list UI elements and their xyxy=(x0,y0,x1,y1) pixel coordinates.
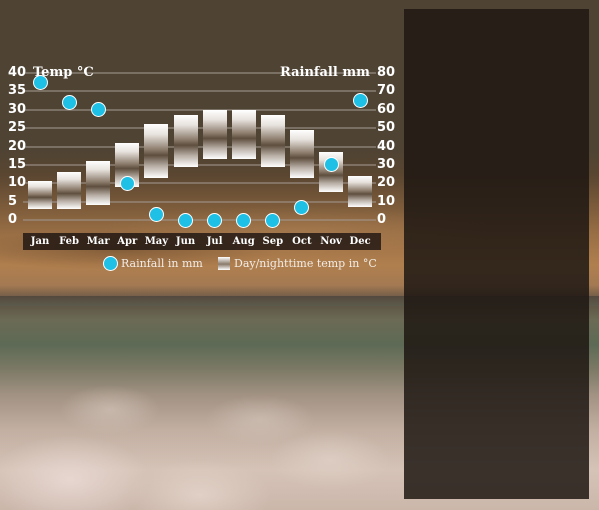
gridline xyxy=(23,90,376,93)
legend-rainfall-label: Rainfall in mm xyxy=(121,257,203,270)
rain-dot-feb xyxy=(61,94,77,110)
left-tick-label: 0 xyxy=(8,212,18,227)
rain-dot-sep xyxy=(265,212,281,228)
rain-dot-nov xyxy=(323,157,339,173)
month-label: May xyxy=(144,236,169,247)
climate-chart: 0 5 10 15 20 25 30 35 40 0 10 20 30 40 50 60 70 80 Temp … xyxy=(0,0,404,290)
legend-temp-label: Day/nighttime temp in °C xyxy=(234,257,377,270)
month-label: Dec xyxy=(349,236,371,247)
temp-bar-jun xyxy=(173,115,198,167)
right-tick-label: 50 xyxy=(377,120,396,136)
temp-bar-dec xyxy=(348,175,373,208)
right-tick-label: 30 xyxy=(377,156,396,172)
rain-dot-jan xyxy=(32,74,48,90)
gridline xyxy=(23,108,376,111)
month-label: Jun xyxy=(175,236,196,247)
month-axis: Jan Feb Mar Apr May Jun Jul Aug Sep Oct Nov Dec xyxy=(23,233,381,250)
right-tick-label: 40 xyxy=(377,138,396,154)
gridline xyxy=(23,127,376,130)
gridline xyxy=(23,145,376,148)
rain-dot-mar xyxy=(90,102,106,118)
rain-dot-legend-icon xyxy=(103,256,118,271)
rain-dot-aug xyxy=(236,212,252,228)
temp-bar-may xyxy=(144,124,169,178)
right-tick-label: 70 xyxy=(377,83,396,99)
right-tick-label: 10 xyxy=(377,193,396,209)
temp-bar-jul xyxy=(202,109,227,160)
temp-bar-sep xyxy=(260,115,285,167)
month-label: Jul xyxy=(206,236,223,247)
left-tick-label: 25 xyxy=(8,120,27,136)
gridline xyxy=(23,219,376,221)
month-label: Sep xyxy=(262,236,284,247)
left-tick-label: 10 xyxy=(8,175,27,191)
temp-bar-feb xyxy=(57,172,82,209)
temp-swatch-legend-icon xyxy=(218,257,230,270)
temp-bar-mar xyxy=(86,161,111,206)
right-tick-label: 60 xyxy=(377,101,396,117)
right-tick-label: 80 xyxy=(377,65,396,80)
left-tick-label: 40 xyxy=(8,65,27,80)
rain-dot-may xyxy=(148,206,164,222)
rain-dot-dec xyxy=(352,93,368,109)
rain-dot-apr xyxy=(119,175,135,191)
left-tick-label: 15 xyxy=(8,156,27,172)
month-label: Nov xyxy=(320,236,342,247)
temp-bar-aug xyxy=(231,109,256,160)
left-tick-label: 20 xyxy=(8,138,27,154)
right-axis-title: Rainfall mm xyxy=(280,65,370,80)
side-panel xyxy=(404,9,589,499)
month-label: Aug xyxy=(232,236,255,247)
right-tick-label: 20 xyxy=(377,175,396,191)
left-tick-label: 30 xyxy=(8,101,27,117)
month-label: Feb xyxy=(59,236,80,247)
right-tick-label: 0 xyxy=(377,212,387,227)
month-label: Mar xyxy=(86,236,110,247)
left-tick-label: 5 xyxy=(8,193,18,209)
rain-dot-jul xyxy=(207,212,223,228)
temp-bar-oct xyxy=(289,129,314,178)
temp-bar-jan xyxy=(28,181,52,209)
rain-dot-jun xyxy=(178,212,193,228)
month-label: Apr xyxy=(117,236,138,247)
left-tick-label: 35 xyxy=(8,83,27,99)
rain-dot-oct xyxy=(294,199,310,215)
legend: Rainfall in mm Day/nighttime temp in °C xyxy=(0,255,404,273)
month-label: Jan xyxy=(30,236,50,247)
month-label: Oct xyxy=(292,236,312,247)
